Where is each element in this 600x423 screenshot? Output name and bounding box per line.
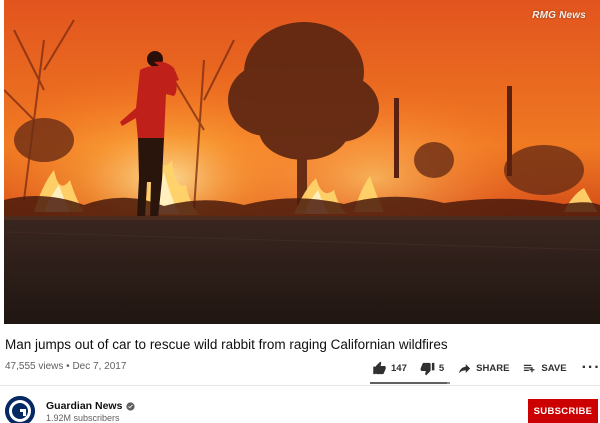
thumbs-down-icon (420, 362, 435, 375)
share-label: SHARE (476, 362, 510, 374)
like-count: 147 (391, 362, 407, 374)
more-actions-button[interactable]: ··· (581, 359, 600, 376)
upload-date: Dec 7, 2017 (72, 361, 127, 372)
subscriber-count: 1.92M subscribers (46, 413, 120, 423)
video-player[interactable]: RMG News (4, 0, 600, 324)
channel-avatar[interactable] (5, 396, 35, 423)
save-button[interactable]: SAVE (522, 361, 567, 376)
share-button[interactable]: SHARE (457, 361, 509, 376)
share-arrow-icon (459, 363, 471, 373)
like-button[interactable]: 147 (372, 361, 407, 376)
like-ratio-fill (370, 382, 448, 384)
section-divider (0, 385, 600, 386)
news-watermark: RMG News (532, 10, 586, 21)
view-count: 47,555 views (5, 361, 64, 372)
youtube-watch-page: RMG News Man jumps out of car to rescue … (0, 0, 600, 423)
video-frame (4, 0, 600, 324)
video-meta: 47,555 views • Dec 7, 2017 (5, 361, 126, 372)
guardian-logo-icon (5, 396, 35, 423)
like-ratio-bar (370, 382, 450, 384)
more-icon: ··· (581, 359, 600, 376)
verified-check-icon (126, 401, 136, 411)
save-label: SAVE (541, 362, 567, 374)
dislike-button[interactable]: 5 (420, 361, 444, 376)
channel-name[interactable]: Guardian News (46, 400, 122, 412)
channel-name-row[interactable]: Guardian News (46, 400, 136, 412)
video-title: Man jumps out of car to rescue wild rabb… (5, 337, 448, 352)
thumbs-up-icon (373, 361, 386, 374)
dislike-count: 5 (438, 362, 445, 374)
playlist-add-icon (524, 364, 535, 372)
subscribe-button[interactable]: SUBSCRIBE (528, 399, 598, 423)
meta-separator: • (66, 361, 70, 372)
video-actions: 147 5 SHARE SAVE ··· (372, 358, 600, 378)
